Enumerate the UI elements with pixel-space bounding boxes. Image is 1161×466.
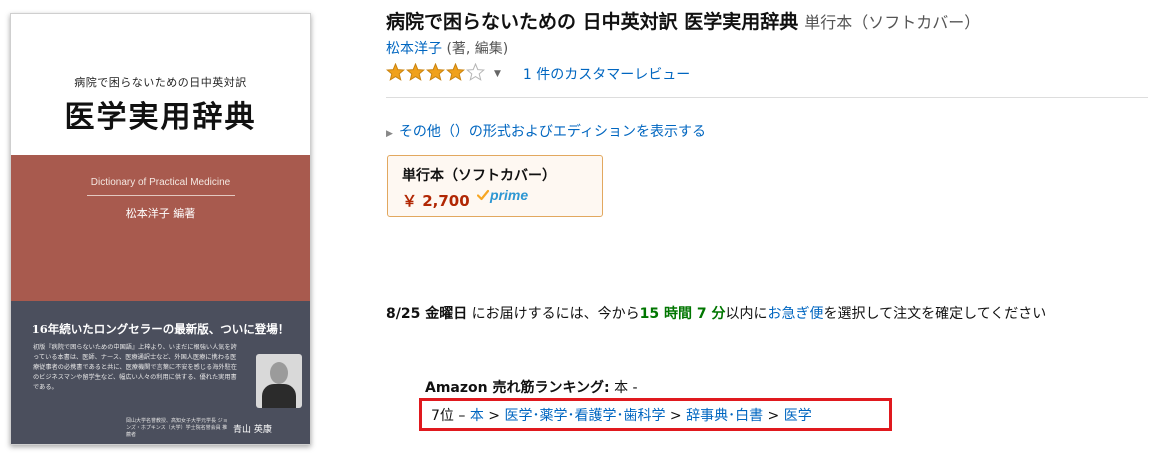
rank-category-books[interactable]: 本 bbox=[470, 408, 484, 424]
format-option-price: ￥ 2,700 bbox=[402, 192, 470, 210]
recommender-name: 青山 英康 bbox=[233, 425, 272, 435]
star-filled-icon bbox=[406, 63, 425, 81]
rank-category-dictionaries[interactable]: 辞事典･白書 bbox=[686, 408, 763, 424]
rating-row: ▼ 1 件のカスタマーレビュー bbox=[386, 63, 690, 85]
product-title-line: 病院で困らないための 日中英対訳 医学実用辞典 単行本（ソフトカバー） bbox=[386, 7, 980, 34]
prime-check-icon bbox=[477, 189, 489, 201]
rank-category-medicine-pharmacy[interactable]: 医学･薬学･看護学･歯科学 bbox=[504, 408, 665, 424]
sales-rank-label: Amazon 売れ筋ランキング: bbox=[425, 380, 610, 396]
delivery-countdown: 15 時間 7 分 bbox=[639, 306, 726, 322]
delivery-message: 8/25 金曜日 にお届けするには、今から15 時間 7 分以内にお急ぎ便を選択… bbox=[386, 303, 1046, 323]
other-formats-label: その他（）の形式およびエディションを表示する bbox=[398, 124, 706, 140]
triangle-right-icon: ▶ bbox=[386, 129, 393, 139]
format-option-name: 単行本（ソフトカバー） bbox=[402, 168, 556, 184]
cover-bottom-panel: 16年続いたロングセラーの最新版、ついに登場！ 初版『病院で困らないための中国語… bbox=[11, 301, 310, 444]
cover-title: 医学実用辞典 bbox=[64, 100, 257, 135]
recommender-photo bbox=[256, 354, 302, 408]
prime-badge: prime bbox=[477, 187, 528, 203]
highlighted-rank-box: 7位 – 本 > 医学･薬学･看護学･歯科学 > 辞事典･白書 > 医学 bbox=[419, 398, 892, 431]
photo-head bbox=[270, 362, 288, 384]
customer-review-link[interactable]: 1 件のカスタマーレビュー bbox=[523, 64, 690, 84]
cover-top-panel: 病院で困らないための日中英対訳 医学実用辞典 bbox=[11, 14, 310, 155]
author-link[interactable]: 松本洋子 bbox=[386, 41, 442, 57]
prime-label: prime bbox=[490, 187, 529, 203]
breadcrumb-separator: > bbox=[483, 408, 505, 424]
cover-blurb: 初版『病院で困らないための中国語』上梓より、いまだに根強い人気を誇っている本書は… bbox=[33, 344, 237, 391]
format-option-selected[interactable]: 単行本（ソフトカバー） ￥ 2,700 prime bbox=[387, 155, 603, 217]
book-cover-image[interactable]: 病院で困らないための日中英対訳 医学実用辞典 Dictionary of Pra… bbox=[10, 13, 311, 445]
delivery-text-1: にお届けするには、今から bbox=[467, 306, 640, 322]
product-format-label: 単行本（ソフトカバー） bbox=[804, 13, 981, 32]
author-line: 松本洋子 (著, 編集) bbox=[386, 38, 508, 58]
delivery-date: 8/25 金曜日 bbox=[386, 306, 468, 322]
cover-english-title: Dictionary of Practical Medicine bbox=[90, 177, 231, 188]
sales-rank-heading: Amazon 売れ筋ランキング: 本 - bbox=[425, 377, 638, 397]
recommender-affiliation: 岡山大学名誉教授、高知女子大学元学長 ジョンズ・ホプキンス（大学）学士院名誉会員… bbox=[126, 418, 228, 438]
chevron-down-icon[interactable]: ▼ bbox=[494, 69, 501, 79]
cover-middle-panel: Dictionary of Practical Medicine 松本洋子 編著 bbox=[11, 155, 310, 301]
delivery-text-2: 以内に bbox=[725, 306, 768, 322]
rank-category-medicine[interactable]: 医学 bbox=[784, 408, 812, 424]
delivery-text-3: を選択して注文を確定してください bbox=[823, 306, 1047, 322]
sales-rank-category: 本 - bbox=[609, 380, 638, 396]
section-divider bbox=[386, 97, 1148, 98]
other-formats-link[interactable]: ▶ その他（）の形式およびエディションを表示する bbox=[386, 121, 706, 141]
star-rating[interactable] bbox=[386, 63, 486, 85]
author-role: (著, 編集) bbox=[442, 41, 509, 57]
photo-body bbox=[262, 384, 296, 408]
rank-position: 7位 – bbox=[431, 408, 470, 424]
star-filled-icon bbox=[426, 63, 445, 81]
breadcrumb-separator: > bbox=[665, 408, 687, 424]
cover-divider bbox=[87, 195, 235, 196]
star-filled-icon bbox=[446, 63, 465, 81]
cover-catchphrase: 16年続いたロングセラーの最新版、ついに登場！ bbox=[31, 322, 290, 336]
rank-breadcrumb: 7位 – 本 > 医学･薬学･看護学･歯科学 > 辞事典･白書 > 医学 bbox=[431, 405, 812, 425]
star-filled-icon bbox=[386, 63, 405, 81]
breadcrumb-separator: > bbox=[763, 408, 784, 424]
star-empty-icon bbox=[466, 63, 485, 81]
express-shipping-link[interactable]: お急ぎ便 bbox=[768, 306, 824, 322]
product-title: 病院で困らないための 日中英対訳 医学実用辞典 bbox=[386, 11, 799, 33]
cover-subtitle: 病院で困らないための日中英対訳 bbox=[74, 76, 247, 89]
cover-author: 松本洋子 編著 bbox=[125, 207, 196, 220]
